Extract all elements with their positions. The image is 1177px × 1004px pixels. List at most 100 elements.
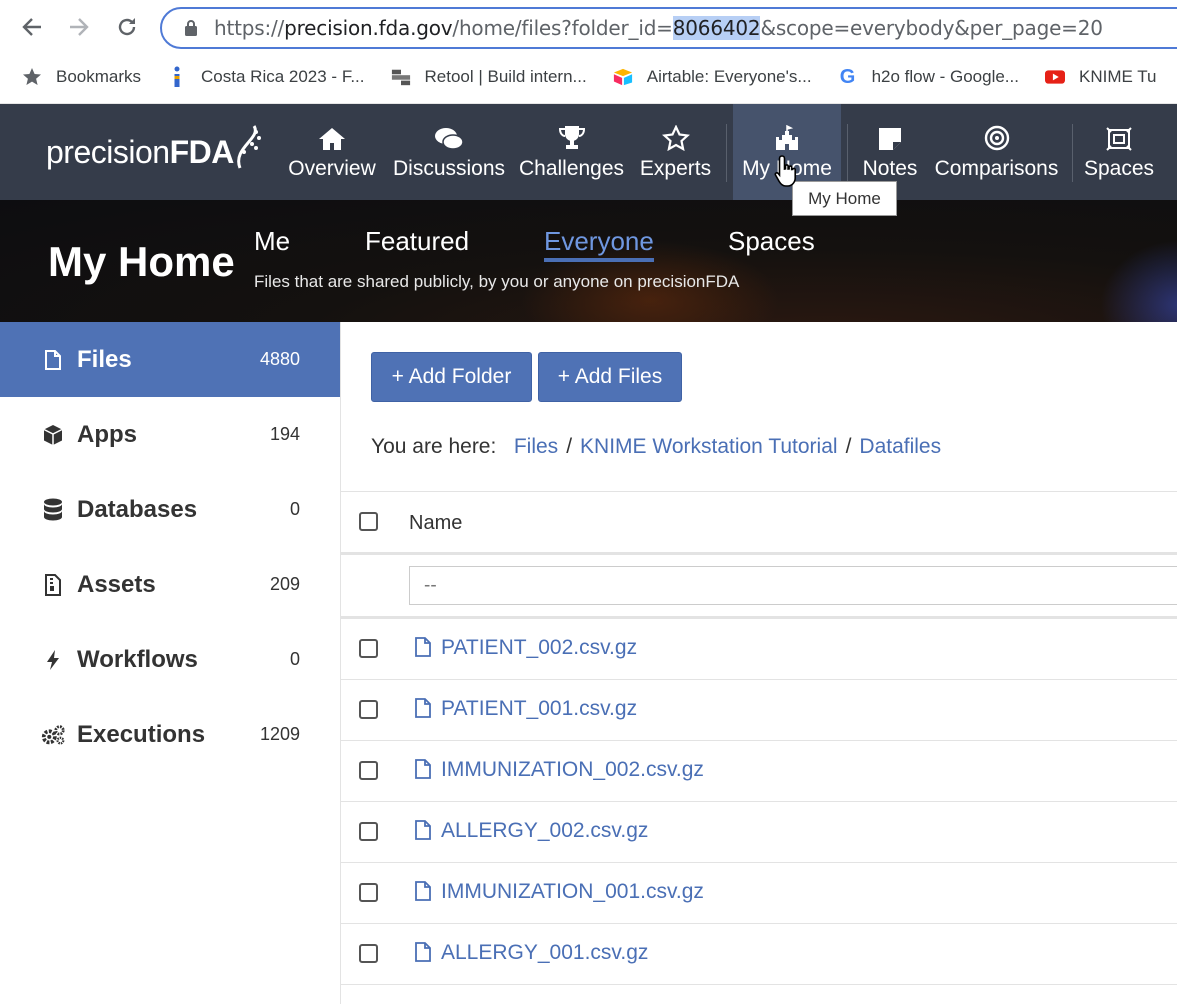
reload-button[interactable]	[112, 12, 142, 42]
retool-icon	[391, 67, 411, 87]
sidebar-item-apps[interactable]: Apps 194	[0, 397, 340, 472]
bookmark-h2o-flow[interactable]: G h2o flow - Google...	[838, 65, 1019, 88]
google-icon: G	[839, 65, 856, 88]
star-outline-icon	[661, 123, 690, 151]
tab-spaces[interactable]: Spaces	[728, 226, 815, 257]
url-text[interactable]: https://precision.fda.gov/home/files?fol…	[214, 16, 1103, 40]
database-icon	[40, 497, 66, 523]
table-row: IMMUNIZATION_002.csv.gz	[341, 741, 1177, 802]
name-filter-input[interactable]: --	[409, 566, 1177, 605]
breadcrumb-knime-workstation-tutorial[interactable]: KNIME Workstation Tutorial	[580, 435, 838, 458]
add-folder-button[interactable]: + Add Folder	[371, 352, 532, 402]
dna-helix-icon	[237, 125, 261, 169]
tab-everyone[interactable]: Everyone	[544, 226, 654, 262]
airtable-icon	[613, 67, 633, 87]
nav-overview[interactable]: Overview	[287, 104, 377, 200]
file-link[interactable]: IMMUNIZATION_001.csv.gz	[441, 880, 704, 904]
bookmark-retool[interactable]: Retool | Build intern...	[391, 67, 587, 87]
nav-comparisons[interactable]: Comparisons	[935, 104, 1058, 200]
arrow-left-icon	[22, 18, 41, 36]
nav-discussions[interactable]: Discussions	[393, 104, 505, 200]
precisionfda-logo[interactable]: precisionFDA	[46, 125, 261, 171]
lock-icon	[185, 20, 197, 36]
files-count: 4880	[259, 349, 300, 369]
row-checkbox[interactable]	[359, 883, 378, 902]
file-link[interactable]: ALLERGY_002.csv.gz	[441, 819, 648, 843]
file-link[interactable]: ALLERGY_001.csv.gz	[441, 941, 648, 965]
workflows-count: 0	[289, 649, 300, 669]
file-icon	[40, 347, 66, 373]
home-icon	[318, 123, 346, 151]
nav-separator	[726, 124, 727, 182]
breadcrumb-datafiles[interactable]: Datafiles	[859, 435, 941, 458]
sidebar: Files 4880 Apps 194 Databases 0 Assets 2…	[0, 322, 341, 1004]
databases-count: 0	[289, 499, 300, 519]
executions-count: 1209	[259, 724, 300, 744]
sidebar-item-workflows[interactable]: Workflows 0	[0, 622, 340, 697]
address-bar[interactable]: https://precision.fda.gov/home/files?fol…	[160, 7, 1177, 49]
nav-spaces[interactable]: Spaces	[1084, 104, 1154, 200]
bookmark-airtable[interactable]: Airtable: Everyone's...	[613, 67, 812, 87]
info-icon	[167, 66, 187, 87]
file-icon	[415, 698, 431, 718]
sidebar-item-assets[interactable]: Assets 209	[0, 547, 340, 622]
sidebar-item-databases[interactable]: Databases 0	[0, 472, 340, 547]
bolt-icon	[40, 647, 66, 673]
sidebar-item-files[interactable]: Files 4880	[0, 322, 340, 397]
file-icon	[415, 637, 431, 657]
table-row: PATIENT_002.csv.gz	[341, 619, 1177, 680]
main-navbar: precisionFDA Overview Discussions Challe…	[0, 104, 1177, 200]
comments-icon	[434, 123, 464, 151]
my-home-tooltip: My Home	[792, 181, 897, 216]
background-glow	[1100, 240, 1177, 322]
youtube-icon	[1044, 67, 1065, 87]
castle-icon	[774, 123, 800, 151]
page-title: My Home	[48, 238, 235, 285]
browser-chrome: https://precision.fda.gov/home/files?fol…	[0, 0, 1177, 104]
spaces-icon	[1106, 123, 1132, 151]
table-row: IMMUNIZATION_001.csv.gz	[341, 863, 1177, 924]
bookmarks-folder[interactable]: Bookmarks	[22, 67, 141, 87]
nav-separator	[847, 124, 848, 182]
table-header	[341, 491, 1177, 555]
asset-icon	[40, 572, 66, 598]
row-checkbox[interactable]	[359, 822, 378, 841]
assets-count: 209	[269, 574, 300, 594]
row-checkbox[interactable]	[359, 761, 378, 780]
file-icon	[415, 942, 431, 962]
nav-challenges[interactable]: Challenges	[519, 104, 624, 200]
row-checkbox[interactable]	[359, 639, 378, 658]
scope-description: Files that are shared publicly, by you o…	[254, 272, 740, 291]
back-button[interactable]	[17, 12, 47, 42]
bookmarks-bar: Bookmarks Costa Rica 2023 - F... Retool …	[0, 60, 1177, 94]
bookmark-costa-rica[interactable]: Costa Rica 2023 - F...	[167, 66, 365, 87]
breadcrumb: You are here: Files / KNIME Workstation Tu…	[371, 435, 942, 458]
tab-featured[interactable]: Featured	[365, 226, 469, 257]
sidebar-item-executions[interactable]: Executions 1209	[0, 697, 340, 772]
cube-icon	[40, 422, 66, 448]
hand-pointer-icon	[774, 155, 796, 187]
file-link[interactable]: PATIENT_001.csv.gz	[441, 697, 637, 721]
note-icon	[878, 123, 902, 151]
breadcrumb-files[interactable]: Files	[514, 435, 558, 458]
trophy-icon	[558, 123, 586, 151]
apps-count: 194	[269, 424, 300, 444]
table-row: PATIENT_001.csv.gz	[341, 680, 1177, 741]
select-all-checkbox[interactable]	[359, 512, 378, 531]
nav-separator	[1072, 124, 1073, 182]
star-icon	[22, 67, 42, 87]
row-checkbox[interactable]	[359, 700, 378, 719]
bookmark-knime[interactable]: KNIME Tu	[1044, 67, 1156, 87]
url-selection: 8066402	[672, 16, 761, 40]
nav-experts[interactable]: Experts	[640, 104, 711, 200]
tab-me[interactable]: Me	[254, 226, 290, 257]
file-link[interactable]: IMMUNIZATION_002.csv.gz	[441, 758, 704, 782]
add-files-button[interactable]: + Add Files	[538, 352, 682, 402]
row-checkbox[interactable]	[359, 944, 378, 963]
forward-button[interactable]	[64, 12, 94, 42]
arrow-right-icon	[70, 18, 89, 36]
column-header-name[interactable]: Name	[409, 512, 462, 535]
target-icon	[984, 123, 1010, 151]
table-row: ALLERGY_001.csv.gz	[341, 924, 1177, 985]
file-link[interactable]: PATIENT_002.csv.gz	[441, 636, 637, 660]
